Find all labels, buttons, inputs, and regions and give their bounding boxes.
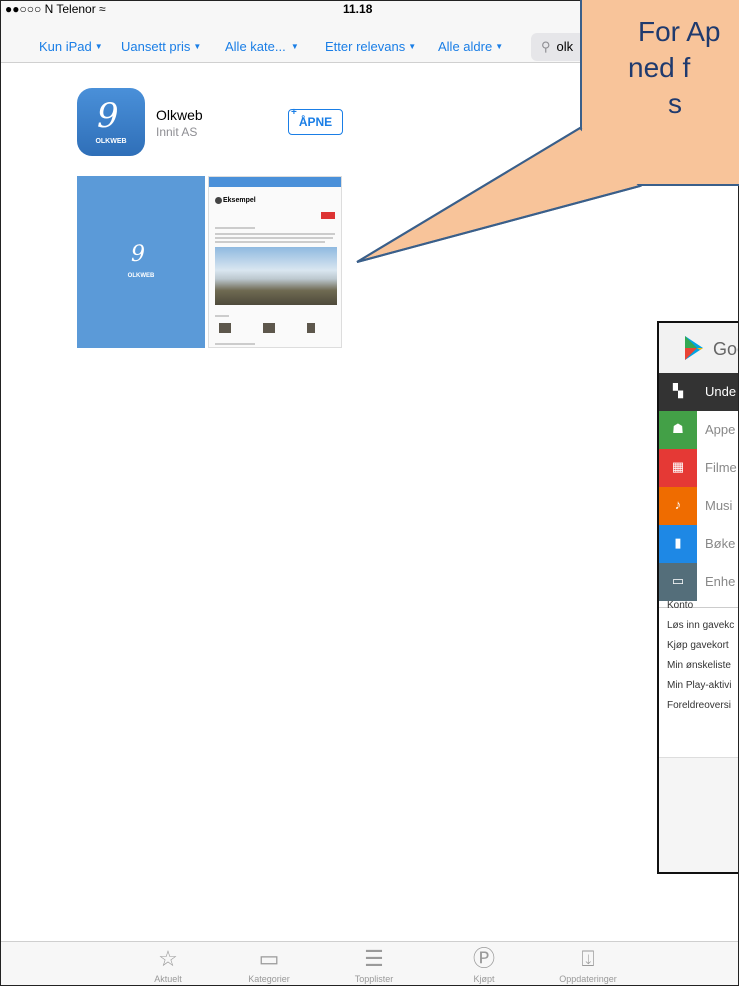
film-icon: ▦ xyxy=(659,449,697,487)
olkweb-logo-icon: 9 xyxy=(97,96,119,136)
filter-device-label: Kun iPad xyxy=(39,39,92,54)
gp-row-label: Bøke xyxy=(705,536,736,551)
callout-box: For Ap ned f s xyxy=(580,0,739,186)
gp-link-parent-guide[interactable]: Foreldreoversi xyxy=(667,700,731,711)
gp-link-wishlist[interactable]: Min ønskeliste xyxy=(667,660,731,671)
app-developer: Innit AS xyxy=(156,125,198,139)
filter-category[interactable]: Alle kate... ▼ xyxy=(225,39,299,54)
book-icon: ▮ xyxy=(659,525,697,563)
gp-link-redeem[interactable]: Løs inn gavekc xyxy=(667,620,734,631)
gp-row-devices[interactable]: ▭ Enhe xyxy=(659,563,738,601)
callout-line: For Ap xyxy=(638,16,721,47)
text-line xyxy=(215,343,255,345)
screenshot-header xyxy=(209,177,341,187)
tab-label: Aktuelt xyxy=(154,974,182,984)
music-icon: ♪ xyxy=(659,487,697,525)
thumbnail xyxy=(263,323,275,333)
tab-label: Kategorier xyxy=(248,974,290,984)
callout-line: ned f xyxy=(628,52,691,83)
app-icon-label: OLKWEB xyxy=(95,138,127,145)
grid-icon: ▚ xyxy=(659,373,697,411)
tab-top-charts[interactable]: ☰ Topplister xyxy=(334,946,414,984)
text-line xyxy=(215,233,335,235)
gp-link-account[interactable]: Konto xyxy=(667,600,693,611)
tab-purchased[interactable]: Ⓟ Kjøpt xyxy=(444,946,524,984)
screenshot-title: Eksempel xyxy=(223,197,256,204)
gp-row-label: Enhe xyxy=(705,574,736,589)
device-icon: ▭ xyxy=(659,563,697,601)
gp-row-music[interactable]: ♪ Musi xyxy=(659,487,738,525)
gp-row-label: Unde xyxy=(705,384,737,399)
gp-row-apps[interactable]: ☗ Appe xyxy=(659,411,738,449)
open-button[interactable]: + ÅPNE xyxy=(288,107,343,135)
gp-link-play-activity[interactable]: Min Play-aktivi xyxy=(667,680,731,691)
tab-bar: ☆ Aktuelt ▭ Kategorier ☰ Topplister Ⓟ Kj… xyxy=(1,941,738,985)
star-icon: ☆ xyxy=(158,946,178,971)
top-charts-icon: ☰ xyxy=(364,946,384,971)
google-play-name: Goo xyxy=(713,339,738,359)
chevron-down-icon: ▼ xyxy=(408,42,417,51)
chevron-down-icon: ▼ xyxy=(94,42,103,51)
gp-row-books[interactable]: ▮ Bøke xyxy=(659,525,738,563)
filter-price[interactable]: Uansett pris ▼ xyxy=(121,39,201,54)
filter-device[interactable]: Kun iPad ▼ xyxy=(39,39,103,54)
app-screenshot-splash[interactable]: 9 OLKWEB xyxy=(77,176,205,348)
app-name[interactable]: Olkweb xyxy=(156,107,203,123)
filter-price-label: Uansett pris xyxy=(121,39,191,54)
gp-row-label: Filme xyxy=(705,460,737,475)
tab-label: Kjøpt xyxy=(473,974,495,984)
thumbnail xyxy=(307,323,315,333)
filter-age[interactable]: Alle aldre ▼ xyxy=(438,39,503,54)
plus-icon: + xyxy=(291,107,297,118)
text-line xyxy=(215,237,333,239)
search-icon: ⚲ xyxy=(541,39,551,54)
filter-sort-label: Etter relevans xyxy=(325,39,406,54)
olkweb-logo-icon: 9 xyxy=(131,242,145,267)
gp-row-label: Musi xyxy=(705,498,733,513)
avatar xyxy=(215,197,222,204)
text-line xyxy=(215,315,229,317)
tab-featured[interactable]: ☆ Aktuelt xyxy=(128,946,208,984)
categories-icon: ▭ xyxy=(258,946,280,971)
callout-text: For Ap ned f s xyxy=(628,14,721,122)
tab-label: Oppdateringer xyxy=(559,974,617,984)
android-icon: ☗ xyxy=(659,411,697,449)
app-icon[interactable]: 9 OLKWEB xyxy=(77,88,145,156)
carrier-label: ●●○○○ N Telenor ≈ xyxy=(5,2,106,16)
google-play-inset: Goo ▚ Unde ☗ Appe ▦ Filme ♪ Musi ▮ Bøke … xyxy=(657,321,738,874)
landscape-photo xyxy=(215,247,337,305)
filter-age-label: Alle aldre xyxy=(438,39,493,54)
gp-row-movies[interactable]: ▦ Filme xyxy=(659,449,738,487)
chevron-down-icon: ▼ xyxy=(495,42,504,51)
filter-category-label: Alle kate... xyxy=(225,39,286,54)
gp-footer-area xyxy=(659,757,738,872)
tab-updates[interactable]: ⍗ Oppdateringer xyxy=(548,946,628,984)
app-screenshot-detail[interactable]: Eksempel xyxy=(208,176,342,348)
gp-row-label: Appe xyxy=(705,422,736,437)
gp-link-buy-giftcard[interactable]: Kjøp gavekort xyxy=(667,640,729,651)
updates-icon: ⍗ xyxy=(581,946,595,971)
chevron-down-icon: ▼ xyxy=(288,42,299,51)
splash-label: OLKWEB xyxy=(127,273,155,279)
text-line xyxy=(215,227,255,229)
gp-row-home[interactable]: ▚ Unde xyxy=(659,373,738,411)
purchased-icon: Ⓟ xyxy=(472,946,495,971)
screenshot-delete-button xyxy=(321,212,335,219)
google-play-brand: Goo xyxy=(659,323,738,373)
search-value: olk xyxy=(556,39,574,54)
open-button-label: ÅPNE xyxy=(298,115,333,129)
callout-line: s xyxy=(668,88,682,119)
text-line xyxy=(215,241,325,243)
filter-sort[interactable]: Etter relevans ▼ xyxy=(325,39,416,54)
tab-categories[interactable]: ▭ Kategorier xyxy=(229,946,309,984)
google-play-logo-icon xyxy=(685,336,703,360)
chevron-down-icon: ▼ xyxy=(193,42,202,51)
thumbnail xyxy=(219,323,231,333)
clock: 11.18 xyxy=(343,2,373,16)
tab-label: Topplister xyxy=(354,974,394,984)
